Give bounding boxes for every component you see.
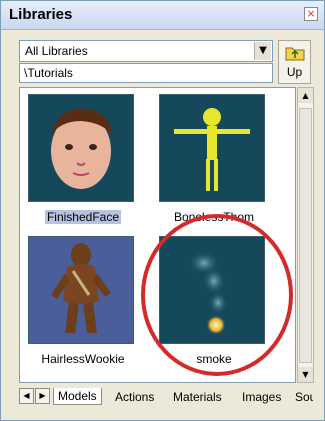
highlight-circle	[141, 214, 293, 376]
